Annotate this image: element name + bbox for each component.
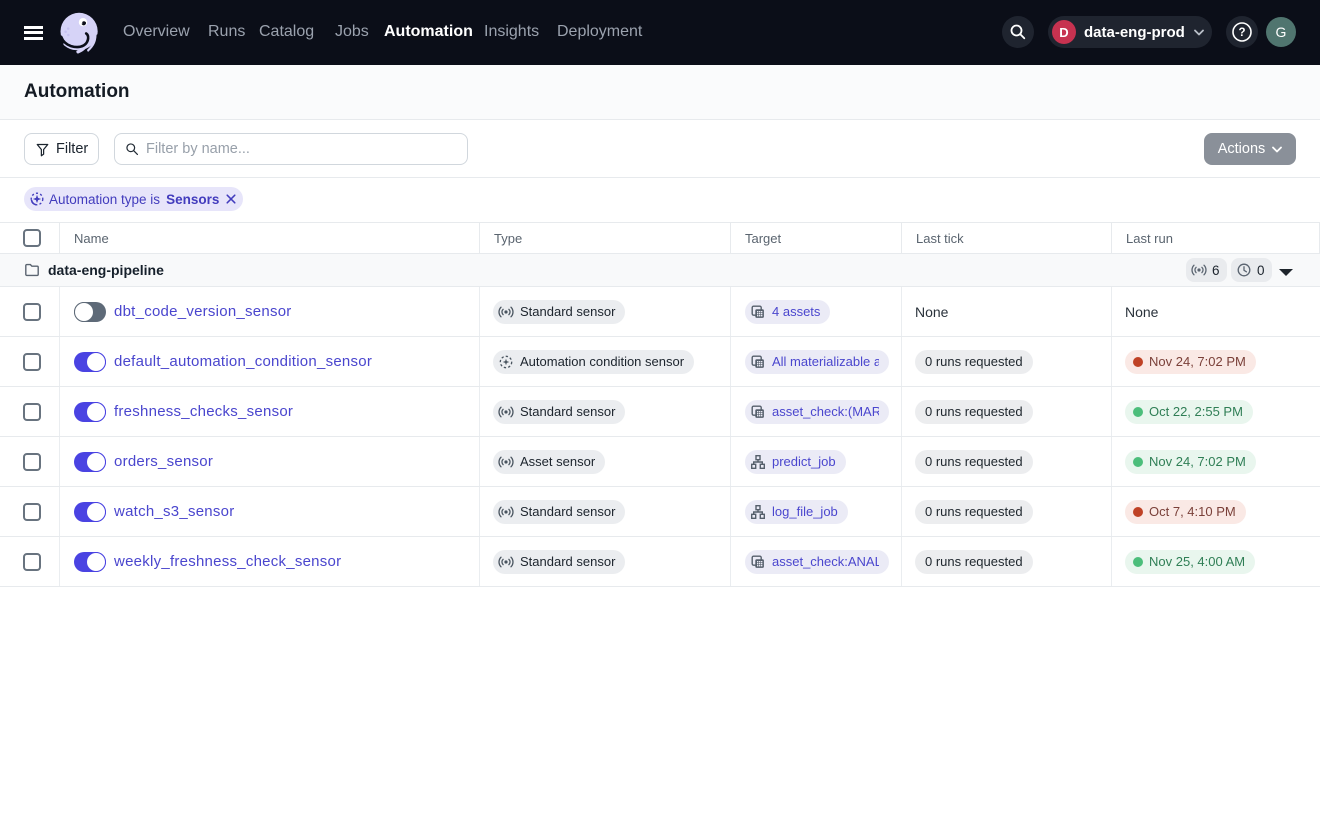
svg-text:?: ? [1238, 27, 1245, 39]
